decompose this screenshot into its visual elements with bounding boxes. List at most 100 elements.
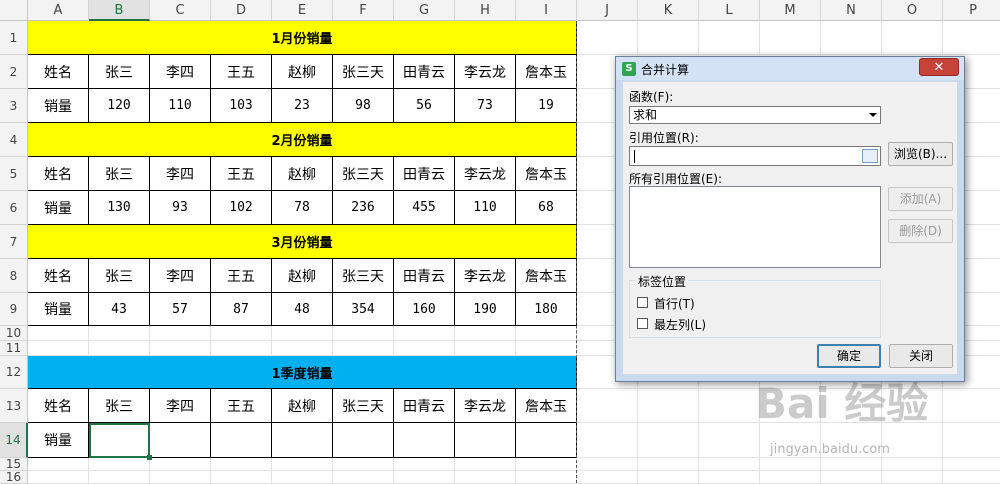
row-header-10[interactable]: 10	[0, 326, 28, 341]
row-header-13[interactable]: 13	[0, 389, 28, 423]
jan-sales-cell[interactable]: 110	[150, 89, 211, 123]
mar-header-cell[interactable]: 李云龙	[455, 259, 516, 293]
column-header-d[interactable]: D	[211, 0, 272, 21]
column-header-n[interactable]: N	[821, 0, 882, 21]
banner-feb[interactable]: 2月份销量	[28, 123, 577, 157]
jan-header-cell[interactable]: 赵柳	[272, 55, 333, 89]
banner-jan[interactable]: 1月份销量	[28, 21, 577, 55]
row-header-12[interactable]: 12	[0, 356, 28, 389]
row-header-11[interactable]: 11	[0, 341, 28, 356]
range-select-icon[interactable]	[862, 149, 878, 163]
mar-header-cell[interactable]: 张三	[89, 259, 150, 293]
jan-header-cell[interactable]: 田青云	[394, 55, 455, 89]
jan-sales-cell[interactable]: 98	[333, 89, 394, 123]
reference-input[interactable]	[629, 146, 881, 166]
q1-header-cell[interactable]: 詹本玉	[516, 389, 577, 423]
mar-sales-cell[interactable]: 354	[333, 293, 394, 326]
feb-sales-cell[interactable]: 68	[516, 191, 577, 225]
first-row-checkbox[interactable]	[637, 297, 648, 308]
mar-sales-cell[interactable]: 43	[89, 293, 150, 326]
column-header-g[interactable]: G	[394, 0, 455, 21]
row-header-2[interactable]: 2	[0, 55, 28, 89]
column-header-f[interactable]: F	[333, 0, 394, 21]
feb-header-cell[interactable]: 李四	[150, 157, 211, 191]
feb-sales-cell[interactable]: 102	[211, 191, 272, 225]
mar-sales-cell[interactable]: 48	[272, 293, 333, 326]
feb-sales-cell[interactable]: 销量	[28, 191, 89, 225]
q1-sales-cell[interactable]	[455, 423, 516, 458]
q1-header-cell[interactable]: 张三天	[333, 389, 394, 423]
close-button[interactable]: 关闭	[889, 344, 953, 368]
left-column-checkbox[interactable]	[637, 318, 648, 329]
column-header-p[interactable]: P	[943, 0, 1000, 21]
feb-header-cell[interactable]: 张三	[89, 157, 150, 191]
ok-button[interactable]: 确定	[817, 344, 881, 368]
mar-header-cell[interactable]: 李四	[150, 259, 211, 293]
feb-header-cell[interactable]: 赵柳	[272, 157, 333, 191]
mar-header-cell[interactable]: 王五	[211, 259, 272, 293]
feb-sales-cell[interactable]: 455	[394, 191, 455, 225]
jan-header-cell[interactable]: 李四	[150, 55, 211, 89]
active-cell-b14[interactable]	[89, 423, 150, 458]
feb-sales-cell[interactable]: 93	[150, 191, 211, 225]
browse-button[interactable]: 浏览(B)...	[888, 142, 953, 166]
row-header-8[interactable]: 8	[0, 259, 28, 293]
feb-sales-cell[interactable]: 236	[333, 191, 394, 225]
q1-sales-cell[interactable]	[211, 423, 272, 458]
mar-sales-cell[interactable]: 180	[516, 293, 577, 326]
jan-header-cell[interactable]: 王五	[211, 55, 272, 89]
all-references-list[interactable]	[629, 186, 881, 268]
select-all-corner[interactable]	[0, 0, 28, 21]
row-header-4[interactable]: 4	[0, 123, 28, 157]
mar-header-cell[interactable]: 詹本玉	[516, 259, 577, 293]
add-button[interactable]: 添加(A)	[888, 187, 953, 211]
mar-sales-cell[interactable]: 销量	[28, 293, 89, 326]
q1-header-cell[interactable]: 张三	[89, 389, 150, 423]
jan-sales-cell[interactable]: 23	[272, 89, 333, 123]
feb-sales-cell[interactable]: 78	[272, 191, 333, 225]
banner-q1[interactable]: 1季度销量	[28, 356, 577, 389]
jan-sales-cell[interactable]: 销量	[28, 89, 89, 123]
feb-sales-cell[interactable]: 110	[455, 191, 516, 225]
q1-sales-cell[interactable]	[394, 423, 455, 458]
row-header-6[interactable]: 6	[0, 191, 28, 225]
column-header-l[interactable]: L	[699, 0, 760, 21]
jan-sales-cell[interactable]: 120	[89, 89, 150, 123]
jan-header-cell[interactable]: 李云龙	[455, 55, 516, 89]
mar-header-cell[interactable]: 赵柳	[272, 259, 333, 293]
mar-header-cell[interactable]: 姓名	[28, 259, 89, 293]
q1-header-cell[interactable]: 李云龙	[455, 389, 516, 423]
q1-sales-cell[interactable]	[150, 423, 211, 458]
jan-sales-cell[interactable]: 103	[211, 89, 272, 123]
feb-header-cell[interactable]: 李云龙	[455, 157, 516, 191]
jan-header-cell[interactable]: 姓名	[28, 55, 89, 89]
jan-header-cell[interactable]: 张三天	[333, 55, 394, 89]
dialog-titlebar[interactable]: S 合并计算 ✕	[616, 57, 964, 80]
q1-sales-cell[interactable]: 销量	[28, 423, 89, 458]
jan-header-cell[interactable]: 张三	[89, 55, 150, 89]
q1-header-cell[interactable]: 李四	[150, 389, 211, 423]
jan-sales-cell[interactable]: 19	[516, 89, 577, 123]
q1-sales-cell[interactable]	[272, 423, 333, 458]
delete-button[interactable]: 删除(D)	[888, 219, 953, 243]
column-header-i[interactable]: I	[516, 0, 577, 21]
feb-header-cell[interactable]: 姓名	[28, 157, 89, 191]
mar-sales-cell[interactable]: 160	[394, 293, 455, 326]
feb-sales-cell[interactable]: 130	[89, 191, 150, 225]
feb-header-cell[interactable]: 詹本玉	[516, 157, 577, 191]
mar-sales-cell[interactable]: 57	[150, 293, 211, 326]
row-header-3[interactable]: 3	[0, 89, 28, 123]
q1-header-cell[interactable]: 姓名	[28, 389, 89, 423]
row-header-1[interactable]: 1	[0, 21, 28, 55]
function-select[interactable]: 求和	[629, 106, 881, 124]
feb-header-cell[interactable]: 王五	[211, 157, 272, 191]
jan-sales-cell[interactable]: 73	[455, 89, 516, 123]
column-header-c[interactable]: C	[150, 0, 211, 21]
mar-sales-cell[interactable]: 87	[211, 293, 272, 326]
row-header-16[interactable]: 16	[0, 470, 28, 484]
row-header-14[interactable]: 14	[0, 423, 28, 458]
column-header-h[interactable]: H	[455, 0, 516, 21]
row-header-9[interactable]: 9	[0, 293, 28, 326]
close-x-button[interactable]: ✕	[919, 58, 959, 76]
q1-header-cell[interactable]: 田青云	[394, 389, 455, 423]
